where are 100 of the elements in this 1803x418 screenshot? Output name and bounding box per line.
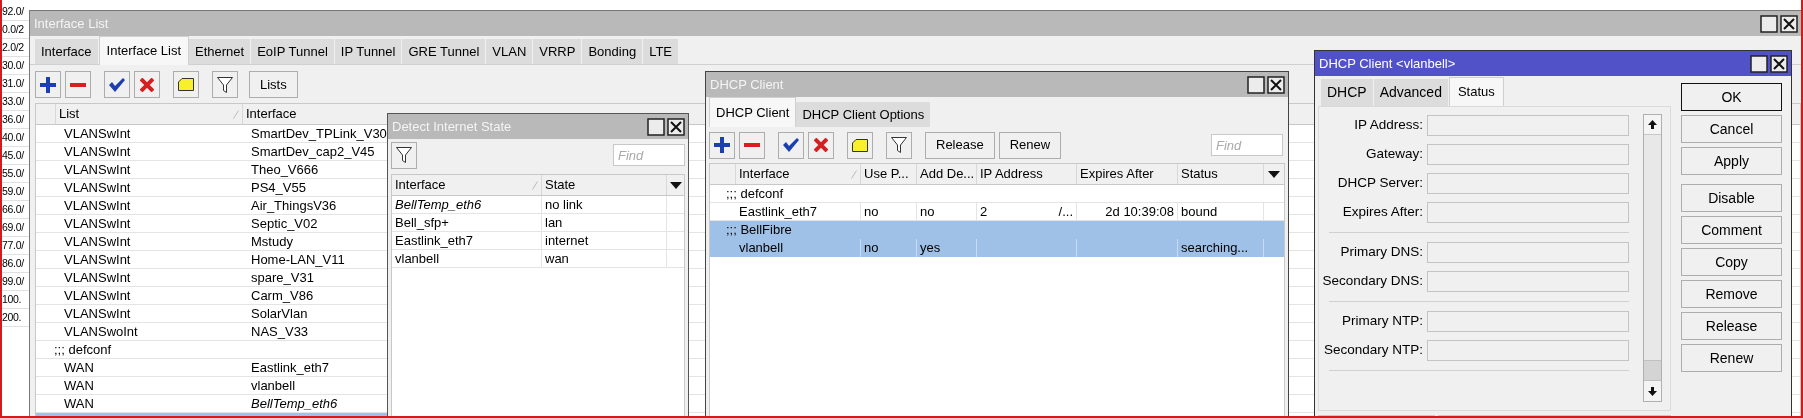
scroll-down-button[interactable] bbox=[1644, 381, 1661, 401]
table-cell: BellTemp_eth6 bbox=[392, 196, 542, 213]
dialog-button[interactable]: Copy bbox=[1681, 248, 1782, 276]
input-field[interactable] bbox=[1427, 271, 1629, 292]
table-cell: 33.0/ bbox=[2, 96, 24, 107]
table-cell-text: BellTemp_eth6 bbox=[250, 395, 339, 412]
comment-button[interactable] bbox=[173, 71, 199, 98]
table-cell: 77.0/ bbox=[2, 240, 24, 251]
input-field[interactable] bbox=[1427, 242, 1629, 263]
input-field[interactable] bbox=[1427, 202, 1629, 223]
table-cell-text: VLANSwInt bbox=[63, 179, 132, 196]
dialog-button[interactable]: Release bbox=[1681, 312, 1782, 340]
table-cell-text: VLANSwInt bbox=[63, 197, 132, 214]
table-cell: 2d 10:39:08 bbox=[1077, 203, 1178, 220]
remove-icon bbox=[70, 82, 86, 87]
table-cell: bound bbox=[1178, 203, 1264, 220]
dialog-button[interactable]: Disable bbox=[1681, 184, 1782, 212]
disable-button[interactable] bbox=[134, 71, 160, 98]
table-cell-text: NAS_V33 bbox=[250, 323, 310, 340]
toolbar-button[interactable]: Release bbox=[925, 131, 995, 159]
table-cell-text: WAN bbox=[63, 359, 95, 376]
filter-button[interactable] bbox=[886, 131, 912, 159]
table-cell: 200. bbox=[2, 312, 22, 323]
enable-button[interactable] bbox=[104, 71, 130, 98]
tab[interactable]: VLAN bbox=[486, 39, 534, 64]
table-cell: 36.0/ bbox=[2, 114, 24, 125]
column-header[interactable]: List bbox=[56, 104, 243, 124]
dialog-button[interactable]: Apply bbox=[1681, 147, 1782, 175]
table-cell-text: PS4_V55 bbox=[250, 179, 307, 196]
filter-button[interactable] bbox=[212, 71, 238, 98]
column-header[interactable]: Use P... bbox=[861, 164, 917, 184]
sort-icon bbox=[532, 180, 538, 190]
dialog-button[interactable]: Cancel bbox=[1681, 115, 1782, 143]
field-label: Secondary DNS: bbox=[1321, 272, 1424, 291]
filter-icon bbox=[217, 76, 233, 93]
table-cell: 69.0/ bbox=[2, 222, 24, 233]
column-header[interactable]: Add De... bbox=[917, 164, 977, 184]
table-cell-text: Septic_V02 bbox=[250, 215, 319, 232]
input-field[interactable] bbox=[1427, 340, 1629, 361]
table-cell: 45.0/ bbox=[2, 150, 24, 161]
input-field[interactable] bbox=[1427, 144, 1629, 165]
dialog-button[interactable]: OK bbox=[1681, 83, 1782, 111]
scroll-up-button[interactable] bbox=[1644, 115, 1661, 135]
tab[interactable]: DHCP bbox=[1321, 79, 1374, 106]
filter-button[interactable] bbox=[391, 141, 417, 169]
scrollbar-thumb[interactable] bbox=[1644, 360, 1661, 381]
tab[interactable]: Interface List bbox=[98, 36, 190, 65]
tab[interactable]: Status bbox=[1448, 77, 1504, 106]
remove-button[interactable] bbox=[739, 131, 765, 159]
tab[interactable]: EoIP Tunnel bbox=[251, 39, 335, 64]
remove-button[interactable] bbox=[65, 71, 91, 98]
add-button[interactable] bbox=[35, 71, 61, 98]
close-icon bbox=[1770, 54, 1788, 73]
table-cell-text: VLANSwInt bbox=[63, 143, 132, 160]
find-field[interactable]: Find bbox=[1211, 134, 1283, 156]
table-row[interactable]: ;;; BellFibre bbox=[710, 221, 1284, 239]
comment-button[interactable] bbox=[847, 131, 873, 159]
dialog-button[interactable]: Renew bbox=[1681, 344, 1782, 372]
tab[interactable]: VRRP bbox=[533, 39, 583, 64]
table-row[interactable]: ;;; defconf bbox=[710, 185, 1284, 203]
tab[interactable]: Ethernet bbox=[189, 39, 252, 64]
column-header[interactable]: Interface bbox=[243, 104, 383, 124]
table-cell: no bbox=[861, 203, 917, 220]
tab[interactable]: Interface bbox=[35, 39, 99, 64]
window-title: DHCP Client <vlanbell> bbox=[1319, 54, 1456, 73]
table-cell: 55.0/ bbox=[2, 168, 24, 179]
column-header[interactable]: Status bbox=[1178, 164, 1264, 184]
scrollbar[interactable] bbox=[1643, 114, 1662, 402]
toolbar-button[interactable]: Renew bbox=[998, 131, 1062, 159]
tab[interactable]: GRE Tunnel bbox=[402, 39, 487, 64]
disable-button[interactable] bbox=[808, 131, 834, 159]
add-button[interactable] bbox=[709, 131, 735, 159]
input-field[interactable] bbox=[1427, 115, 1629, 136]
tab[interactable]: DHCP Client Options bbox=[796, 102, 931, 127]
column-header[interactable]: Expires After bbox=[1077, 164, 1178, 184]
table-cell-text: Mstudy bbox=[250, 233, 294, 250]
column-header-label: List bbox=[59, 105, 80, 124]
column-header[interactable]: Interface bbox=[392, 175, 542, 195]
maximize-icon bbox=[647, 117, 665, 136]
column-header[interactable]: IP Address bbox=[977, 164, 1077, 184]
table-cell: 66.0/ bbox=[2, 204, 24, 215]
table-cell-text: Theo_V666 bbox=[250, 161, 320, 178]
input-field[interactable] bbox=[1427, 311, 1629, 332]
dialog-button[interactable]: Comment bbox=[1681, 216, 1782, 244]
tab[interactable]: LTE bbox=[643, 39, 679, 64]
tab[interactable]: Bonding bbox=[582, 39, 644, 64]
tab[interactable]: IP Tunnel bbox=[334, 39, 403, 64]
dialog-button[interactable]: Remove bbox=[1681, 280, 1782, 308]
find-field[interactable]: Find bbox=[613, 144, 685, 166]
table-row[interactable]: vlanbell no yes searching... bbox=[710, 239, 1284, 257]
field-label: Secondary NTP: bbox=[1322, 341, 1424, 360]
tab[interactable]: DHCP Client bbox=[709, 97, 797, 127]
column-header[interactable]: Interface bbox=[736, 164, 861, 184]
table-cell-text: /... bbox=[1058, 202, 1073, 221]
input-field[interactable] bbox=[1427, 173, 1629, 194]
column-header[interactable]: State bbox=[542, 175, 667, 195]
tab[interactable]: Advanced bbox=[1373, 79, 1449, 106]
lists-button[interactable]: Lists bbox=[249, 71, 298, 98]
table-cell-text: VLANSwInt bbox=[63, 215, 132, 232]
enable-button[interactable] bbox=[778, 131, 804, 159]
